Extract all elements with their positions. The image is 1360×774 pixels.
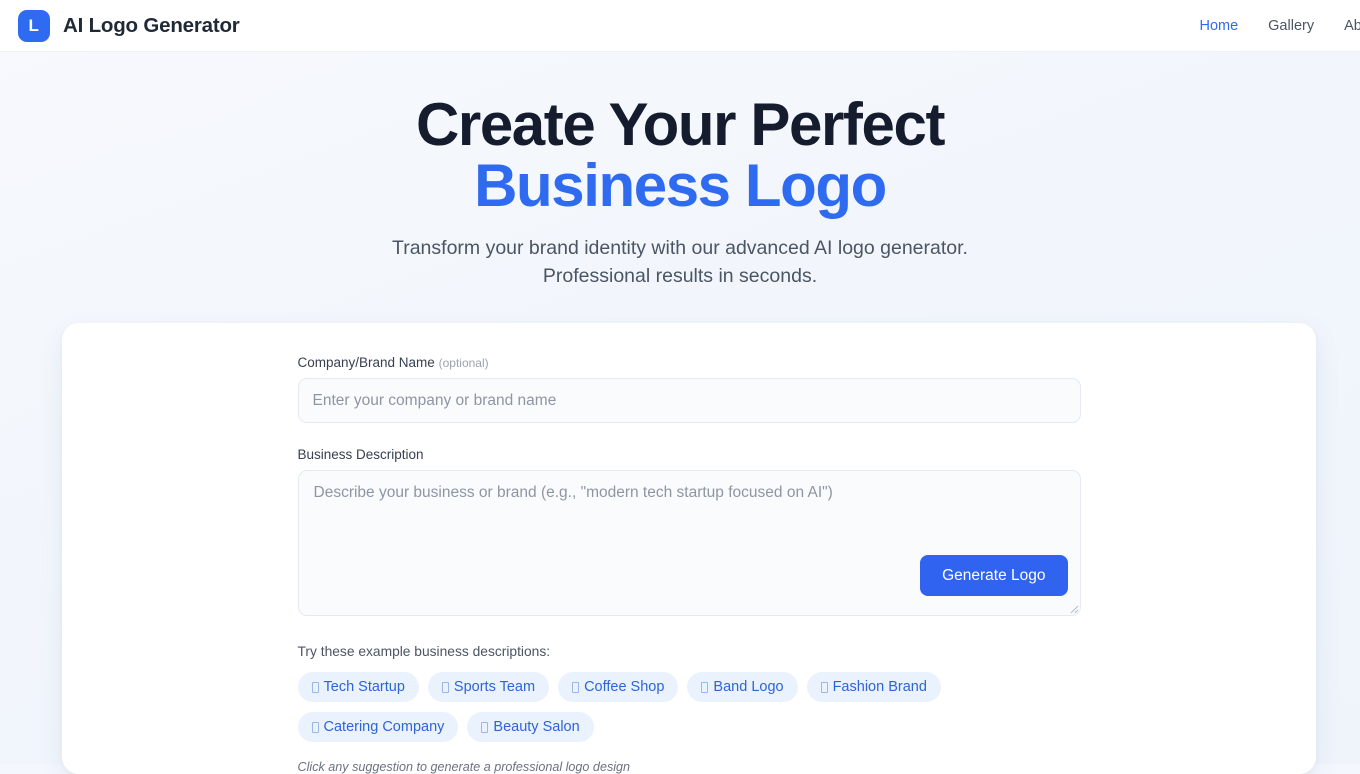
brand-name-input[interactable] [297,378,1081,423]
tofu-glyph-icon [820,681,828,693]
brand: L AI Logo Generator [18,9,240,42]
brand-name-optional-tag: (optional) [438,356,489,370]
nav-item-gallery[interactable]: Gallery [1268,18,1314,34]
tofu-glyph-icon [311,721,319,733]
suggestion-hint: Click any suggestion to generate a profe… [297,760,631,774]
chip-label: Tech Startup [323,679,405,695]
chip-label: Band Logo [713,679,784,695]
tofu-glyph-icon [481,721,489,733]
generator-card: Company/Brand Name (optional) Business D… [62,323,1316,774]
example-chip-band-logo[interactable]: Band Logo [687,672,798,702]
nav-item-about[interactable]: About [1344,18,1360,34]
page-title: Create Your Perfect Business Logo [0,94,1360,216]
tofu-glyph-icon [311,681,319,693]
description-label: Business Description [297,447,424,462]
chip-label: Fashion Brand [832,679,927,695]
example-chip-coffee-shop[interactable]: Coffee Shop [558,672,679,702]
hero-subtitle: Transform your brand identity with our a… [0,234,1360,290]
tofu-glyph-icon [441,681,449,693]
example-chip-fashion-brand[interactable]: Fashion Brand [806,672,941,702]
hero-subtitle-line2: Professional results in seconds. [542,265,818,287]
description-textarea-wrapper: Generate Logo [297,470,1081,616]
brand-name-label-text: Company/Brand Name [297,355,435,370]
nav-item-home[interactable]: Home [1199,18,1238,34]
app-logo-icon: L [18,9,50,42]
generator-form: Company/Brand Name (optional) Business D… [297,355,1081,774]
examples-label: Try these example business descriptions: [297,644,551,659]
chip-label: Sports Team [453,679,536,695]
generate-logo-button[interactable]: Generate Logo [920,555,1068,596]
example-chip-sports-team[interactable]: Sports Team [427,672,550,702]
app-header: L AI Logo Generator Home Gallery About [0,0,1360,52]
example-chip-catering-company[interactable]: Catering Company [297,712,459,742]
description-group: Business Description Generate Logo [297,447,1081,616]
page-title-line2: Business Logo [474,152,887,219]
brand-name-label: Company/Brand Name (optional) [298,355,1081,370]
example-chip-beauty-salon[interactable]: Beauty Salon [467,712,594,742]
example-chip-list: Tech Startup Sports Team Coffee Shop Ban… [297,672,958,742]
tofu-glyph-icon [701,681,709,693]
chip-label: Beauty Salon [493,719,580,735]
chip-label: Coffee Shop [584,679,665,695]
hero-section: Create Your Perfect Business Logo Transf… [0,52,1360,290]
page-title-line1: Create Your Perfect [415,91,945,158]
hero-subtitle-line1: Transform your brand identity with our a… [392,237,968,259]
tofu-glyph-icon [572,681,580,693]
example-chip-tech-startup[interactable]: Tech Startup [297,672,419,702]
app-title: AI Logo Generator [63,13,240,37]
chip-label: Catering Company [323,719,445,735]
main-nav: Home Gallery About [1199,0,1360,52]
